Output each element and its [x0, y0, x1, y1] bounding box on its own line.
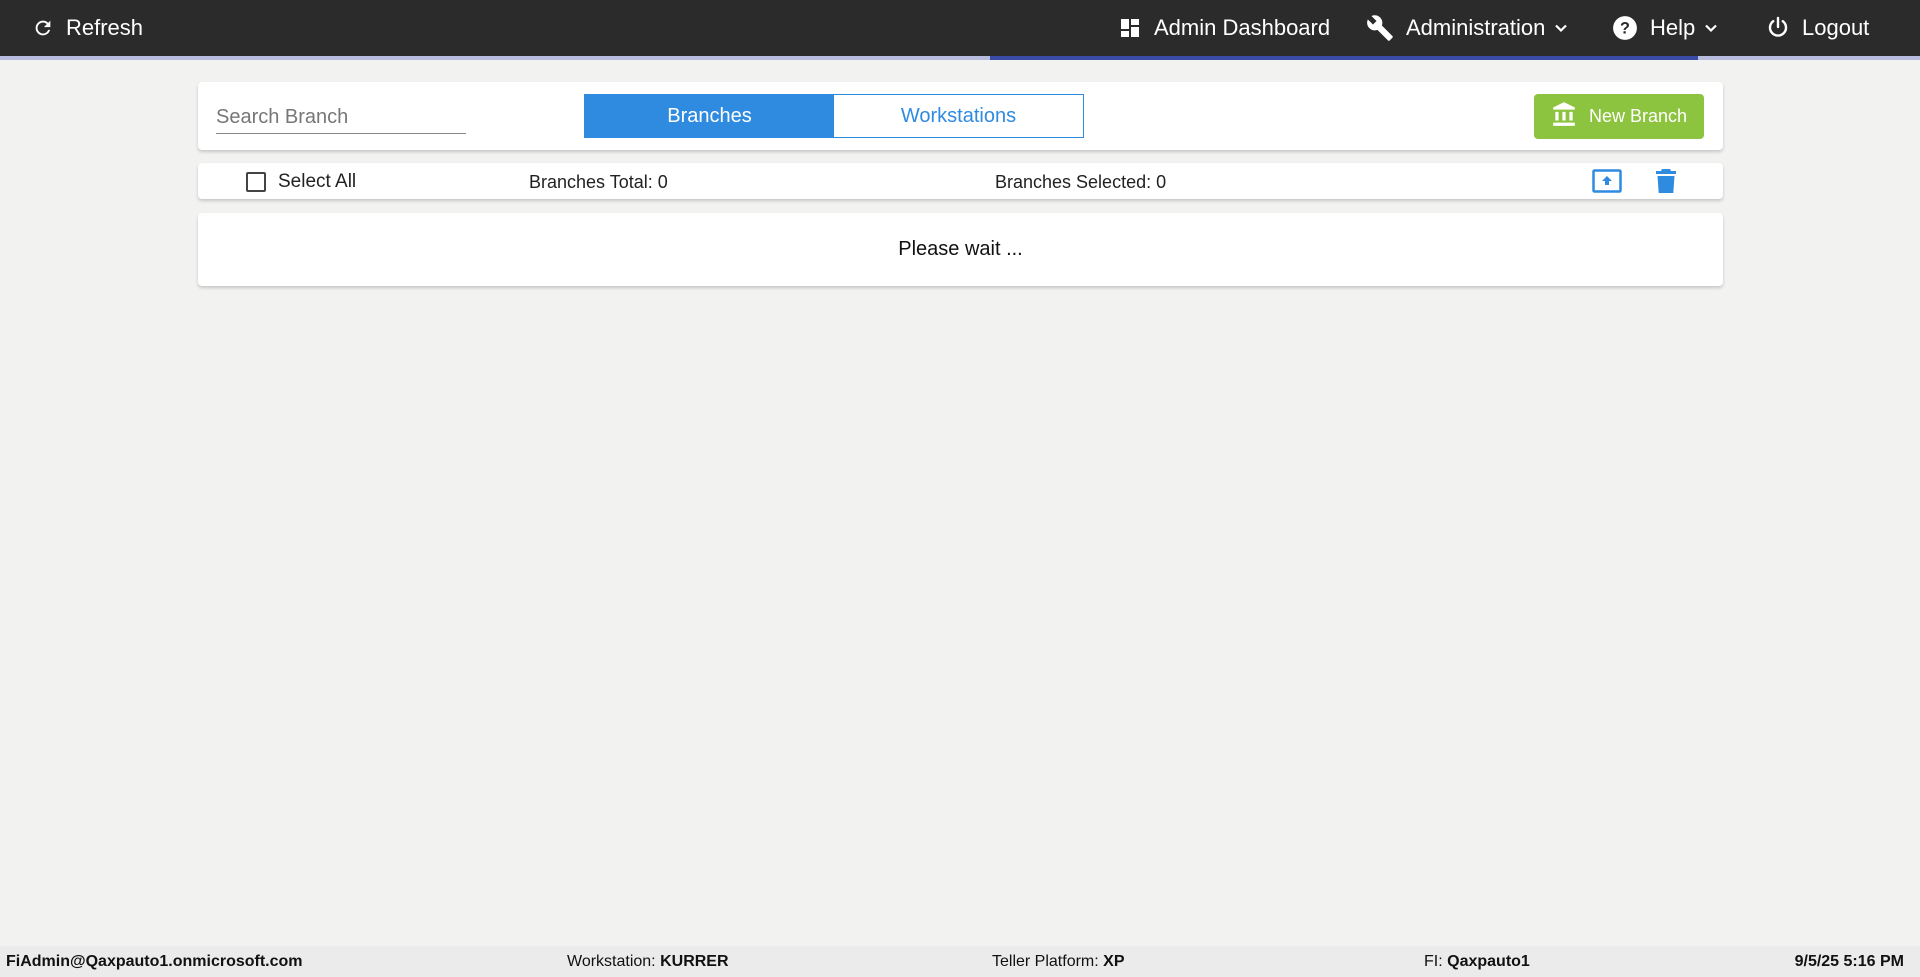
svg-text:?: ? [1620, 19, 1630, 37]
chevron-down-icon [1553, 20, 1569, 36]
logout-label: Logout [1802, 15, 1870, 40]
selection-bar: Select All Branches Total: 0 Branches Se… [198, 163, 1723, 199]
help-icon: ? [1612, 15, 1638, 41]
upload-icon[interactable] [1592, 169, 1622, 198]
loading-progress-bar [990, 56, 1698, 60]
chevron-down-icon [1703, 20, 1719, 36]
search-branch-input[interactable] [216, 102, 466, 132]
footer-teller-platform-value: XP [1103, 953, 1125, 970]
trash-icon[interactable] [1656, 169, 1676, 198]
admin-dashboard-label: Admin Dashboard [1154, 15, 1331, 40]
help-label: Help [1650, 15, 1696, 40]
view-toggle: Branches Workstations [584, 94, 1084, 138]
power-icon [1766, 16, 1790, 40]
new-branch-button[interactable]: New Branch [1534, 94, 1704, 139]
dashboard-icon [1118, 16, 1142, 40]
footer-fi-label: FI: [1424, 953, 1443, 970]
admin-dashboard-link[interactable]: Admin Dashboard [1118, 0, 1330, 56]
tab-workstations[interactable]: Workstations [834, 95, 1083, 137]
select-all-checkbox[interactable] [246, 172, 266, 192]
refresh-button[interactable]: Refresh [32, 0, 143, 56]
footer-workstation: Workstation: KURRER [567, 953, 729, 971]
footer-datetime: 9/5/25 5:16 PM [1794, 953, 1904, 970]
administration-label: Administration [1406, 15, 1546, 40]
footer-workstation-value: KURRER [660, 953, 729, 970]
refresh-icon [32, 17, 54, 39]
help-menu[interactable]: ? Help [1612, 0, 1719, 56]
branch-toolbar: Branches Workstations New Branch [198, 82, 1723, 150]
wrench-icon [1366, 14, 1394, 42]
footer-fi: FI: Qaxpauto1 [1424, 953, 1530, 971]
footer-user: FiAdmin@Qaxpauto1.onmicrosoft.com [6, 953, 303, 970]
search-field [216, 102, 466, 134]
tab-branches[interactable]: Branches [585, 95, 834, 137]
footer-teller-platform: Teller Platform: XP [992, 953, 1125, 971]
new-branch-label: New Branch [1588, 106, 1688, 126]
administration-menu[interactable]: Administration [1366, 0, 1569, 56]
status-bar: FiAdmin@Qaxpauto1.onmicrosoft.com Workst… [0, 946, 1920, 977]
select-all-control[interactable]: Select All [246, 171, 356, 193]
footer-workstation-label: Workstation: [567, 953, 656, 970]
logout-button[interactable]: Logout [1766, 0, 1869, 56]
refresh-label: Refresh [66, 15, 144, 40]
select-all-label: Select All [278, 171, 357, 192]
footer-teller-platform-label: Teller Platform: [992, 953, 1099, 970]
branches-total: Branches Total: 0 [529, 172, 668, 192]
bank-icon [1551, 101, 1589, 132]
branches-selected: Branches Selected: 0 [995, 172, 1167, 192]
loading-message: Please wait ... [198, 213, 1723, 286]
footer-fi-value: Qaxpauto1 [1447, 953, 1530, 970]
top-navbar: Refresh Admin Dashboard Administration ?… [0, 0, 1920, 56]
